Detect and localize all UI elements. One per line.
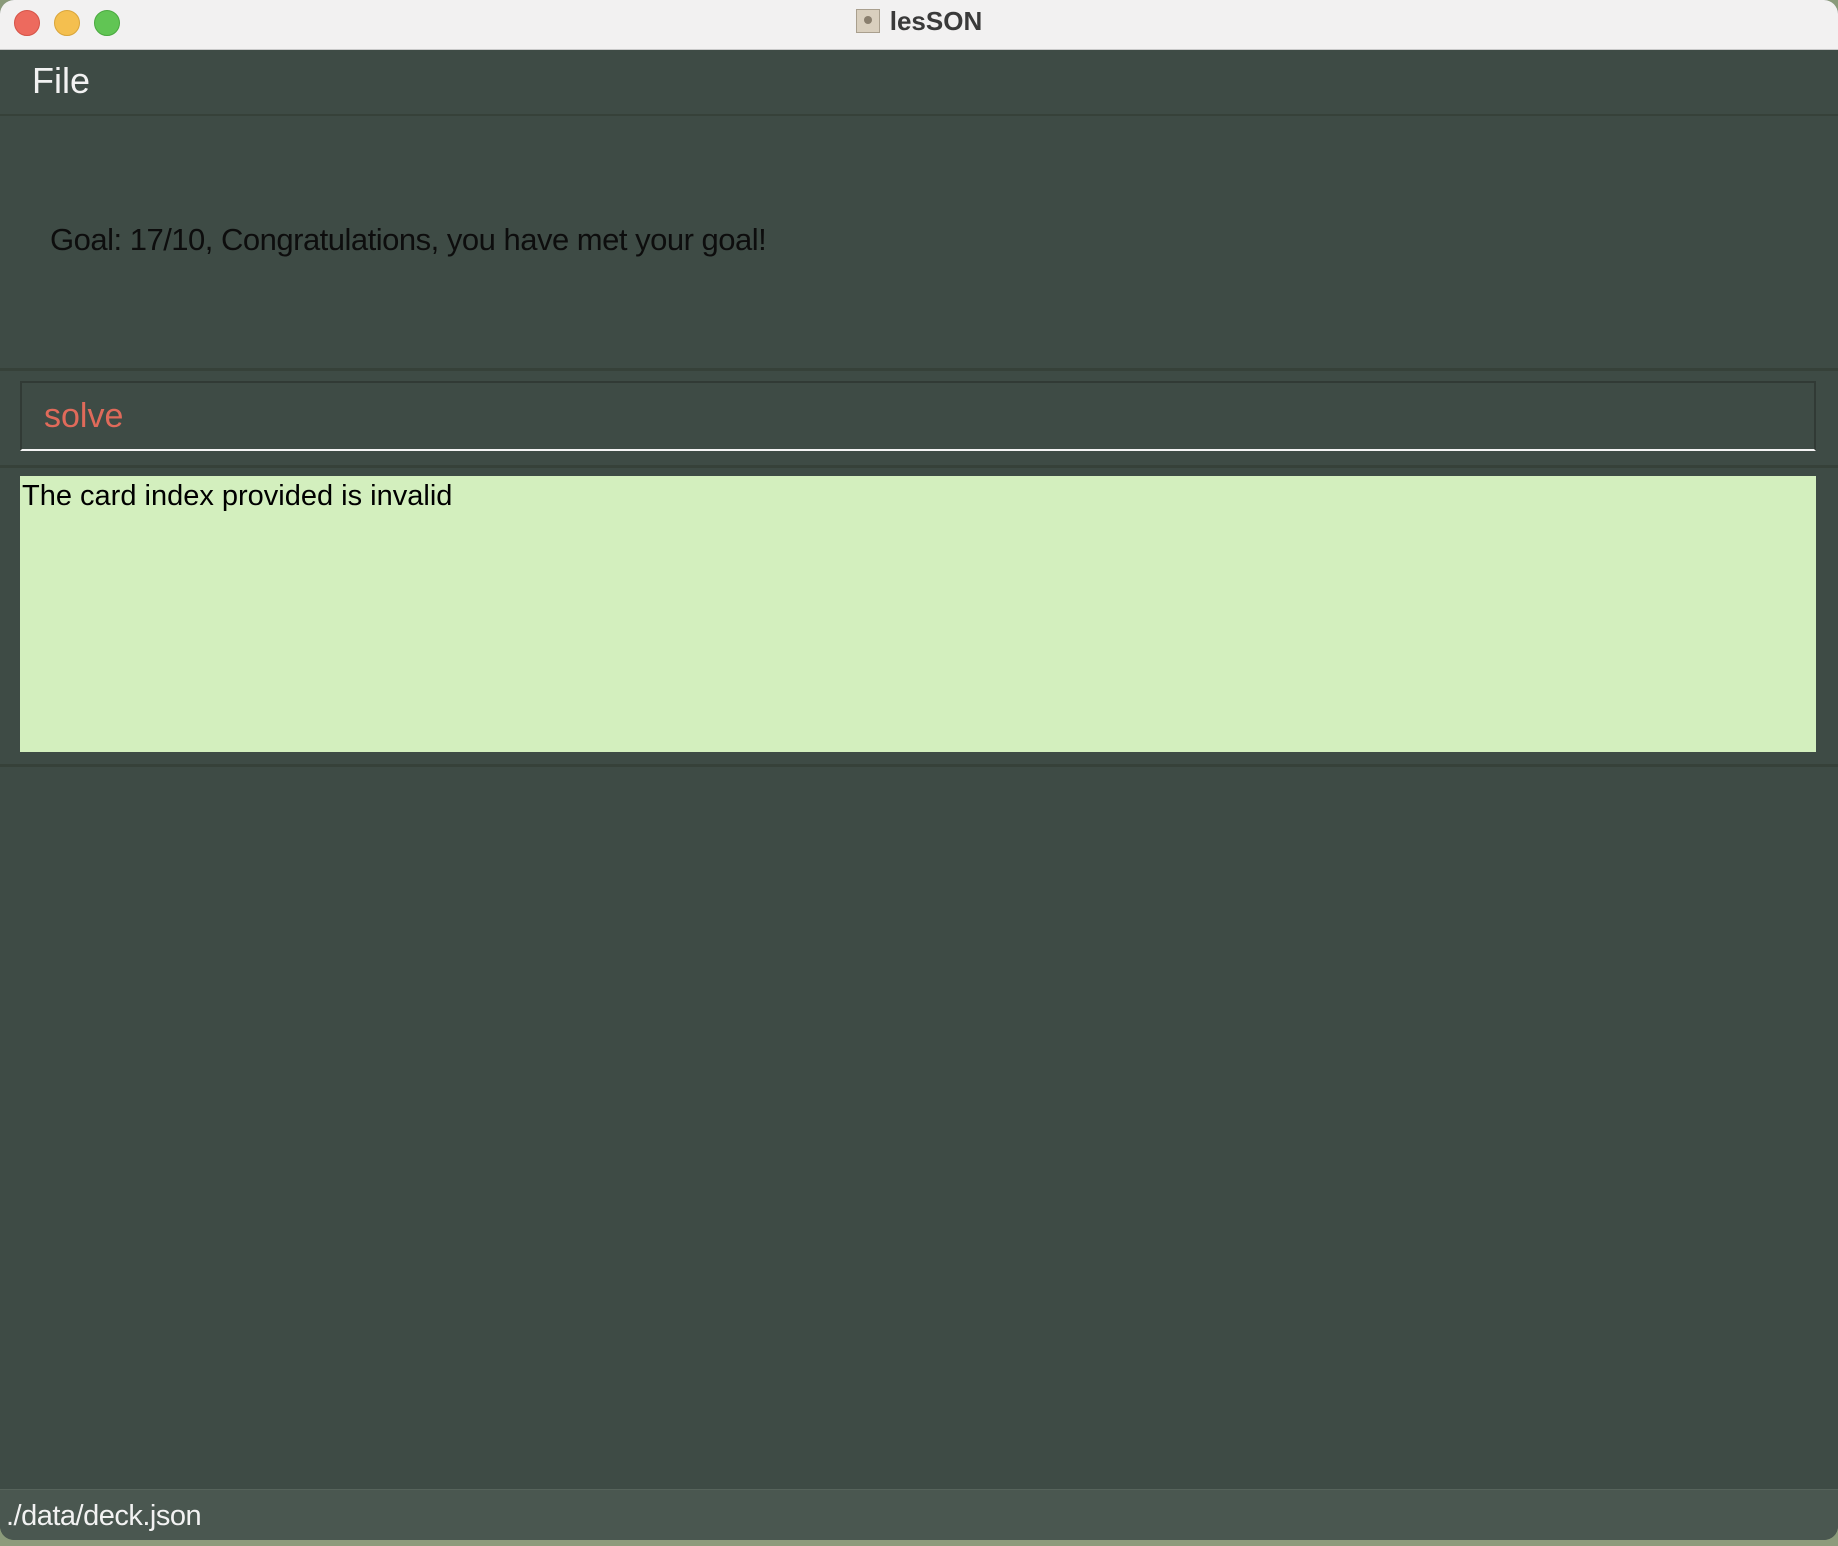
save-location-path: ./data/deck.json (6, 1500, 202, 1532)
title-bar[interactable]: lesSON (0, 0, 1838, 50)
result-display-area: The card index provided is invalid (0, 468, 1838, 767)
app-window: lesSON File Goal: 17/10, Congratulations… (0, 0, 1838, 1540)
menu-file[interactable]: File (32, 60, 90, 102)
result-display: The card index provided is invalid (20, 476, 1816, 752)
menu-bar: File (0, 50, 1838, 116)
result-message: The card index provided is invalid (22, 480, 453, 512)
command-box-area (0, 371, 1838, 468)
app-document-icon (855, 9, 880, 33)
window-title: lesSON (889, 5, 983, 36)
goal-panel: Goal: 17/10, Congratulations, you have m… (0, 116, 1838, 371)
goal-status-text: Goal: 17/10, Congratulations, you have m… (50, 222, 767, 257)
status-bar: ./data/deck.json (0, 1489, 1838, 1540)
window-title-group: lesSON (0, 0, 1838, 42)
desktop-background (0, 1540, 1838, 1546)
command-input[interactable] (20, 381, 1816, 451)
